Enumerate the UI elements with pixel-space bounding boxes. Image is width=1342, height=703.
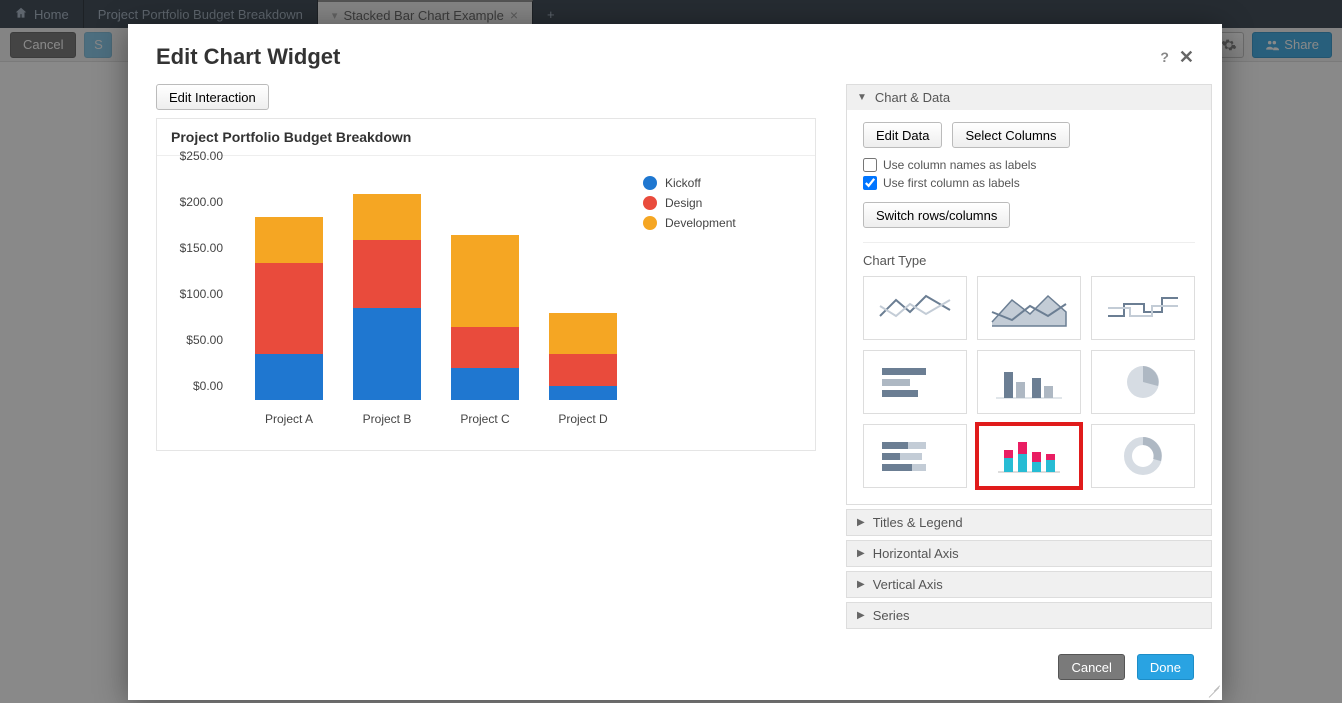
section-head-label: Horizontal Axis bbox=[873, 546, 959, 561]
legend-label: Development bbox=[665, 216, 736, 230]
switch-rows-columns-button[interactable]: Switch rows/columns bbox=[863, 202, 1010, 228]
bar-segment bbox=[549, 313, 617, 354]
chart-type-label: Chart Type bbox=[863, 253, 1195, 268]
close-icon[interactable]: ✕ bbox=[1179, 47, 1194, 68]
bar-segment bbox=[353, 240, 421, 309]
legend-item: Design bbox=[643, 196, 736, 210]
y-tick: $50.00 bbox=[186, 333, 223, 347]
bar-segment bbox=[451, 327, 519, 368]
caret-right-icon: ▶ bbox=[857, 610, 865, 621]
checkbox-input[interactable] bbox=[863, 176, 877, 190]
legend-item: Development bbox=[643, 216, 736, 230]
bar-segment bbox=[451, 368, 519, 400]
chart-legend: Kickoff Design Development bbox=[643, 176, 736, 430]
y-tick: $100.00 bbox=[180, 287, 223, 301]
help-icon[interactable]: ? bbox=[1160, 49, 1169, 65]
legend-swatch bbox=[643, 176, 657, 190]
section-series: ▶ Series bbox=[846, 602, 1212, 629]
y-tick: $0.00 bbox=[193, 379, 223, 393]
caret-right-icon: ▶ bbox=[857, 548, 865, 559]
edit-interaction-button[interactable]: Edit Interaction bbox=[156, 84, 269, 110]
legend-swatch bbox=[643, 196, 657, 210]
checkbox-input[interactable] bbox=[863, 158, 877, 172]
section-head-label: Series bbox=[873, 608, 910, 623]
bar-segment bbox=[353, 194, 421, 240]
resize-handle[interactable] bbox=[1204, 682, 1218, 696]
chart-plot: $0.00$50.00$100.00$150.00$200.00$250.00 … bbox=[171, 170, 631, 430]
checkbox-label: Use column names as labels bbox=[883, 158, 1036, 172]
bar-segment bbox=[549, 354, 617, 386]
chart-preview: Project Portfolio Budget Breakdown $0.00… bbox=[156, 118, 816, 451]
section-titles-legend: ▶ Titles & Legend bbox=[846, 509, 1212, 536]
bar-segment bbox=[255, 354, 323, 400]
edit-chart-dialog: Edit Chart Widget ? ✕ Edit Interaction P… bbox=[128, 24, 1222, 700]
chart-type-line[interactable] bbox=[863, 276, 967, 340]
dialog-title: Edit Chart Widget bbox=[156, 44, 1160, 70]
bar-segment bbox=[353, 308, 421, 400]
section-head-label: Chart & Data bbox=[875, 90, 950, 105]
chart-type-step[interactable] bbox=[1091, 276, 1195, 340]
section-head-vaxis[interactable]: ▶ Vertical Axis bbox=[847, 572, 1211, 597]
chart-type-donut[interactable] bbox=[1091, 424, 1195, 488]
section-head-haxis[interactable]: ▶ Horizontal Axis bbox=[847, 541, 1211, 566]
chart-type-area[interactable] bbox=[977, 276, 1081, 340]
bar-group bbox=[451, 171, 519, 400]
dialog-done-button[interactable]: Done bbox=[1137, 654, 1194, 680]
caret-right-icon: ▶ bbox=[857, 517, 865, 528]
section-head-chart-data[interactable]: ▼ Chart & Data bbox=[847, 85, 1211, 110]
use-first-column-checkbox[interactable]: Use first column as labels bbox=[863, 176, 1195, 190]
section-chart-data: ▼ Chart & Data Edit Data Select Columns … bbox=[846, 84, 1212, 505]
bar-group bbox=[549, 171, 617, 400]
section-head-series[interactable]: ▶ Series bbox=[847, 603, 1211, 628]
chart-type-pie[interactable] bbox=[1091, 350, 1195, 414]
chart-type-hbar-stacked[interactable] bbox=[863, 424, 967, 488]
x-label: Project A bbox=[255, 406, 323, 430]
dialog-cancel-button[interactable]: Cancel bbox=[1058, 654, 1124, 680]
edit-data-button[interactable]: Edit Data bbox=[863, 122, 942, 148]
chart-type-hbar[interactable] bbox=[863, 350, 967, 414]
chart-type-grid bbox=[863, 276, 1195, 488]
section-head-label: Titles & Legend bbox=[873, 515, 963, 530]
legend-item: Kickoff bbox=[643, 176, 736, 190]
select-columns-button[interactable]: Select Columns bbox=[952, 122, 1069, 148]
legend-label: Kickoff bbox=[665, 176, 701, 190]
x-label: Project C bbox=[451, 406, 519, 430]
chart-type-vbar-stacked[interactable] bbox=[977, 424, 1081, 488]
section-vertical-axis: ▶ Vertical Axis bbox=[846, 571, 1212, 598]
y-tick: $200.00 bbox=[180, 195, 223, 209]
x-label: Project B bbox=[353, 406, 421, 430]
legend-label: Design bbox=[665, 196, 702, 210]
section-horizontal-axis: ▶ Horizontal Axis bbox=[846, 540, 1212, 567]
use-column-names-checkbox[interactable]: Use column names as labels bbox=[863, 158, 1195, 172]
chart-title: Project Portfolio Budget Breakdown bbox=[157, 119, 815, 156]
bar-segment bbox=[451, 235, 519, 327]
checkbox-label: Use first column as labels bbox=[883, 176, 1020, 190]
legend-swatch bbox=[643, 216, 657, 230]
bar-segment bbox=[255, 263, 323, 355]
bar-group bbox=[255, 171, 323, 400]
x-label: Project D bbox=[549, 406, 617, 430]
y-tick: $250.00 bbox=[180, 149, 223, 163]
section-head-titles[interactable]: ▶ Titles & Legend bbox=[847, 510, 1211, 535]
caret-down-icon: ▼ bbox=[857, 92, 867, 103]
chart-type-vbar[interactable] bbox=[977, 350, 1081, 414]
y-tick: $150.00 bbox=[180, 241, 223, 255]
section-head-label: Vertical Axis bbox=[873, 577, 943, 592]
bar-segment bbox=[255, 217, 323, 263]
bar-group bbox=[353, 171, 421, 400]
caret-right-icon: ▶ bbox=[857, 579, 865, 590]
bar-segment bbox=[549, 386, 617, 400]
